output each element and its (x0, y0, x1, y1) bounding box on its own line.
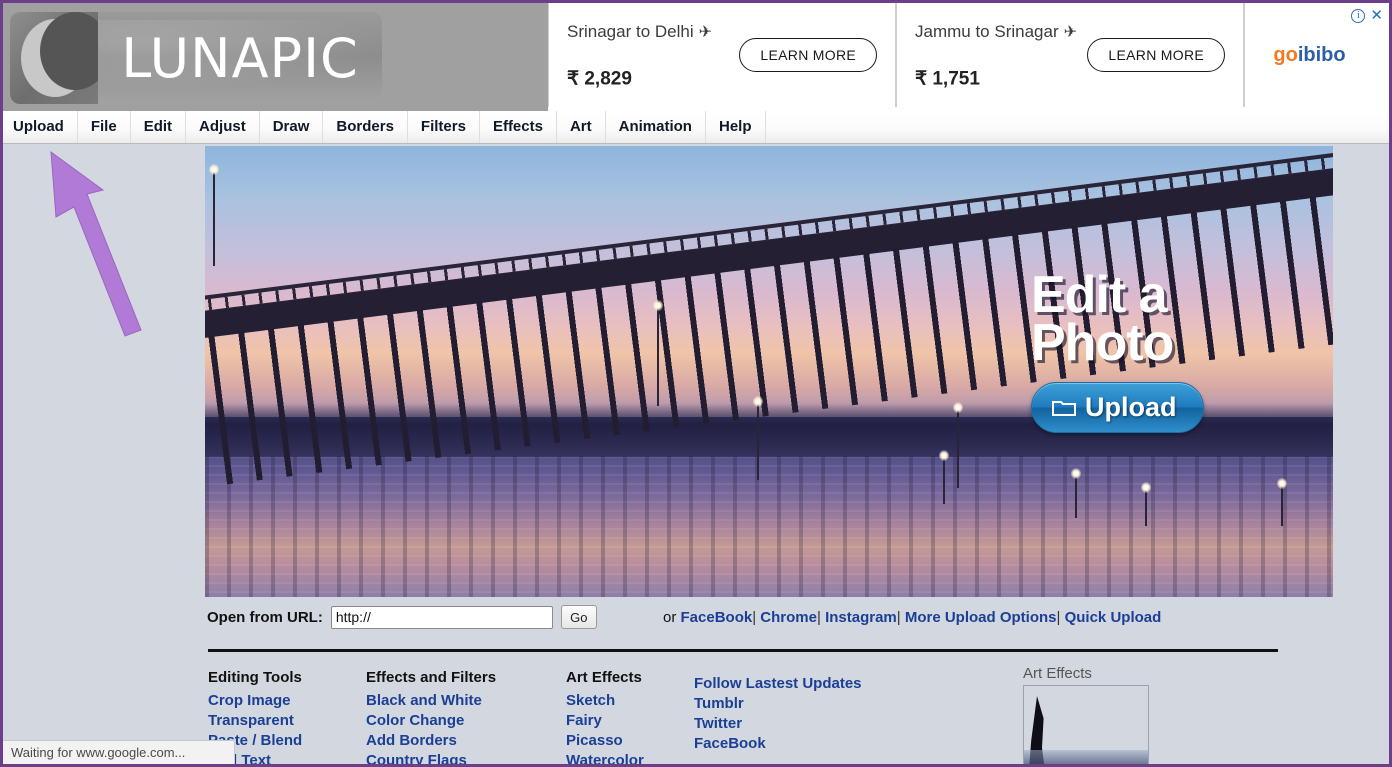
ad-route-label-1: Srinagar to Delhi ✈ (567, 22, 712, 42)
footer-heading-effects-and-filters: Effects and Filters (366, 669, 566, 686)
ad-price-2: ₹ 1,751 (915, 68, 980, 91)
footer-link-color-change[interactable]: Color Change (366, 711, 566, 731)
ad-price-1: ₹ 2,829 (567, 68, 632, 91)
plane-icon: ✈ (1064, 24, 1077, 41)
footer-column-effects-and-filters: Effects and Filters Black and White Colo… (366, 669, 566, 767)
menu-item-upload[interactable]: Upload (3, 111, 78, 143)
lamp-icon (213, 170, 215, 266)
plane-icon: ✈ (699, 24, 712, 41)
footer-heading-art-effects: Art Effects (566, 669, 694, 686)
ad-route-text-2: Jammu to Srinagar (915, 22, 1059, 41)
menu-item-filters[interactable]: Filters (408, 111, 480, 143)
alt-link-instagram[interactable]: Instagram (825, 609, 897, 626)
menu-item-effects[interactable]: Effects (480, 111, 557, 143)
site-logo-area[interactable]: LUNAPIC (3, 3, 548, 111)
status-bar-text: Waiting for www.google.com... (11, 745, 185, 760)
lamp-icon (1145, 488, 1147, 526)
logo-wordmark-box: LUNAPIC (98, 12, 382, 104)
alt-link-separator: | (1057, 609, 1061, 626)
url-input[interactable] (331, 606, 553, 629)
alt-link-chrome[interactable]: Chrome (760, 609, 817, 626)
hero-overlay: Edit a Photo Upload (1031, 272, 1281, 433)
lamp-icon (757, 402, 759, 480)
browser-viewport: LUNAPIC Srinagar to Delhi ✈ ₹ 2,829 LEARN… (0, 0, 1392, 767)
footer-link-transparent[interactable]: Transparent (208, 711, 366, 731)
annotation-arrow (29, 144, 189, 354)
footer-column-art-effects: Art Effects Sketch Fairy Picasso Waterco… (566, 669, 694, 767)
footer-link-add-borders[interactable]: Add Borders (366, 731, 566, 751)
footer-link-picasso[interactable]: Picasso (566, 731, 694, 751)
menu-item-edit[interactable]: Edit (131, 111, 186, 143)
menu-item-help[interactable]: Help (706, 111, 766, 143)
alt-link-separator: | (897, 609, 901, 626)
menu-item-adjust[interactable]: Adjust (186, 111, 260, 143)
footer-link-follow-latest-updates[interactable]: Follow Lastest Updates (694, 674, 934, 694)
page-content: Edit a Photo Upload Open from URL: Go (3, 144, 1389, 767)
footer-link-fairy[interactable]: Fairy (566, 711, 694, 731)
status-bar: Waiting for www.google.com... (3, 740, 235, 764)
footer-link-watercolor[interactable]: Watercolor (566, 751, 694, 767)
hero-upload-button-label: Upload (1085, 392, 1177, 423)
lunapic-logo[interactable]: LUNAPIC (10, 12, 382, 104)
lamp-icon (1281, 484, 1283, 526)
main-menu-bar: Upload File Edit Adjust Draw Borders Fil… (3, 111, 1389, 144)
footer-column-social: Follow Lastest Updates Tumblr Twitter Fa… (694, 669, 934, 767)
footer-divider (208, 649, 1278, 652)
open-from-url-row: Open from URL: Go (207, 603, 597, 631)
lamp-icon (1075, 474, 1077, 518)
open-from-url-label: Open from URL: (207, 609, 323, 626)
hero-title-line-1: Edit a (1031, 272, 1281, 320)
goibibo-logo-suffix: ibibo (1298, 44, 1346, 66)
menu-item-draw[interactable]: Draw (260, 111, 324, 143)
hero-title: Edit a Photo (1031, 272, 1281, 368)
learn-more-button-1[interactable]: LEARN MORE (739, 38, 877, 72)
lamp-icon (943, 456, 945, 504)
ad-controls: i ✕ (1351, 9, 1383, 23)
footer-link-sketch[interactable]: Sketch (566, 691, 694, 711)
menu-item-file[interactable]: File (78, 111, 131, 143)
menu-item-art[interactable]: Art (557, 111, 606, 143)
lamp-icon (957, 408, 959, 488)
close-icon[interactable]: ✕ (1370, 9, 1383, 23)
logo-wordmark-text: LUNAPIC (121, 27, 358, 90)
top-bar: LUNAPIC Srinagar to Delhi ✈ ₹ 2,829 LEARN… (3, 3, 1389, 111)
ad-slot-1[interactable]: Srinagar to Delhi ✈ ₹ 2,829 LEARN MORE (548, 3, 896, 107)
alt-link-facebook[interactable]: FaceBook (681, 609, 753, 626)
footer-link-facebook[interactable]: FaceBook (694, 734, 934, 754)
footer-heading-editing-tools: Editing Tools (208, 669, 366, 686)
learn-more-button-2[interactable]: LEARN MORE (1087, 38, 1225, 72)
hero-title-line-2: Photo (1031, 320, 1281, 368)
footer-link-crop-image[interactable]: Crop Image (208, 691, 366, 711)
art-effects-preview-panel[interactable]: Art Effects (1023, 665, 1149, 767)
goibibo-logo: goibibo (1273, 44, 1345, 67)
footer-link-tumblr[interactable]: Tumblr (694, 694, 934, 714)
alt-link-separator: | (752, 609, 756, 626)
footer-link-black-and-white[interactable]: Black and White (366, 691, 566, 711)
footer-link-country-flags[interactable]: Country Flags (366, 751, 566, 767)
moon-logo-icon (10, 12, 98, 104)
ad-route-label-2: Jammu to Srinagar ✈ (915, 22, 1077, 42)
menu-item-borders[interactable]: Borders (323, 111, 408, 143)
folder-icon (1052, 398, 1076, 417)
menu-item-animation[interactable]: Animation (606, 111, 706, 143)
footer-link-twitter[interactable]: Twitter (694, 714, 934, 734)
lamp-icon (657, 306, 659, 406)
starry-night-thumbnail[interactable] (1023, 685, 1149, 767)
footer-link-columns: Editing Tools Crop Image Transparent Pas… (208, 669, 1388, 767)
ad-slot-2[interactable]: Jammu to Srinagar ✈ ₹ 1,751 LEARN MORE (896, 3, 1244, 107)
alternate-upload-links: or FaceBook| Chrome| Instagram| More Upl… (663, 609, 1161, 626)
go-button[interactable]: Go (561, 605, 597, 629)
ad-route-text-1: Srinagar to Delhi (567, 22, 694, 41)
hero-photo[interactable]: Edit a Photo Upload (205, 146, 1333, 597)
hero-upload-button[interactable]: Upload (1031, 382, 1204, 433)
alt-link-separator: | (817, 609, 821, 626)
art-effects-preview-title: Art Effects (1023, 665, 1149, 682)
info-icon[interactable]: i (1351, 9, 1365, 23)
advertisement-banner: Srinagar to Delhi ✈ ₹ 2,829 LEARN MORE Ja… (548, 3, 1389, 111)
goibibo-logo-prefix: go (1273, 44, 1297, 66)
alt-link-more-upload-options[interactable]: More Upload Options (905, 609, 1057, 626)
alt-links-lead: or (663, 609, 676, 626)
alt-link-quick-upload[interactable]: Quick Upload (1065, 609, 1162, 626)
